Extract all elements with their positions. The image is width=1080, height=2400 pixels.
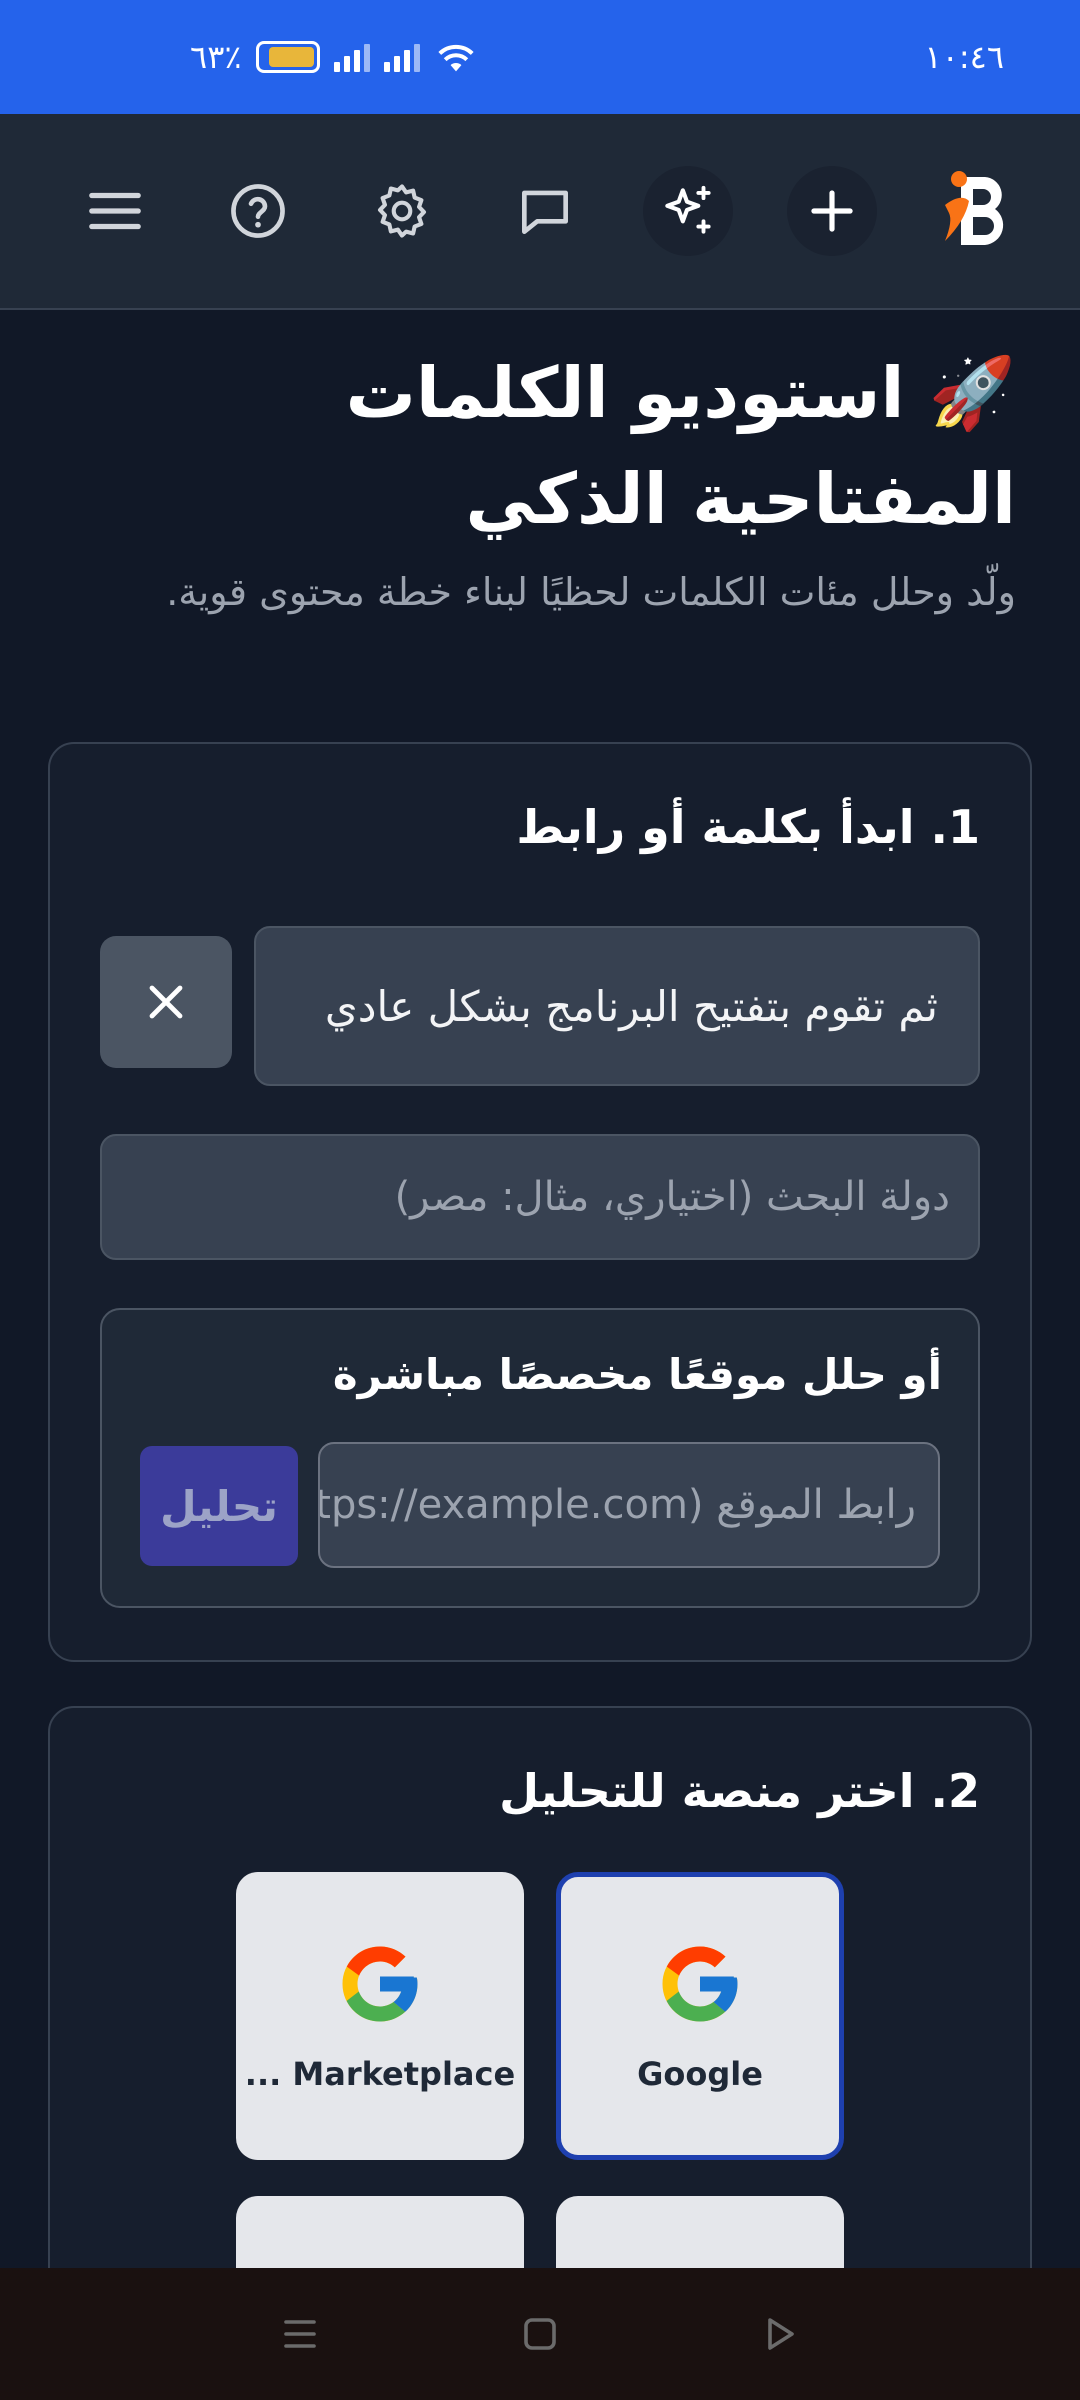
platform-label: Google — [637, 2055, 763, 2093]
help-icon — [231, 184, 286, 238]
google-icon — [342, 1946, 418, 2022]
analyze-button[interactable]: تحليل — [140, 1446, 298, 1566]
step1-title: 1. ابدأ بكلمة أو رابط — [516, 800, 980, 854]
country-input[interactable]: دولة البحث (اختياري، مثال: مصر) — [100, 1134, 980, 1260]
platform-google[interactable]: Google — [556, 1872, 844, 2160]
chat-icon — [521, 190, 568, 234]
logo-icon — [944, 171, 1004, 245]
back-icon[interactable] — [756, 2310, 804, 2358]
platform-marketplace[interactable]: ... Marketplace — [236, 1872, 524, 2160]
keyword-input[interactable]: ثم تقوم بتفتيح البرنامج بشكل عادي — [254, 926, 980, 1086]
page-title: 🚀 استوديو الكلمات المفتاحية الذكي — [345, 352, 1016, 540]
platform-grid: Google ... Marketplace — [50, 1708, 1034, 2400]
wifi-icon — [437, 44, 474, 72]
platform-label: ... Marketplace — [244, 2055, 516, 2093]
site-analysis-title: أو حلل موقعًا مخصصًا مباشرة — [332, 1350, 942, 1399]
step2-card: 2. اختر منصة للتحليل Google ... Marketpl… — [48, 1706, 1034, 2400]
site-analysis-panel: أو حلل موقعًا مخصصًا مباشرة رابط الموقع … — [100, 1308, 980, 1608]
menu-icon — [89, 192, 141, 230]
status-bar: ٦٣٪ ١٠:٤٦ — [0, 0, 1080, 114]
settings-button[interactable] — [357, 166, 447, 256]
home-icon[interactable] — [516, 2310, 564, 2358]
battery-percent: ٦٣٪ — [190, 38, 242, 76]
status-indicators: ٦٣٪ — [190, 38, 478, 76]
clock: ١٠:٤٦ — [924, 38, 1004, 76]
signal-icon — [333, 42, 370, 72]
menu-button[interactable] — [70, 166, 160, 256]
sparkle-icon — [665, 185, 711, 234]
system-nav-bar — [0, 2268, 1080, 2400]
settings-icon — [377, 184, 426, 238]
google-icon — [662, 1946, 738, 2022]
signal-icon-2 — [383, 42, 420, 72]
app-header — [0, 114, 1080, 310]
plus-icon — [810, 190, 853, 232]
chat-button[interactable] — [500, 166, 590, 256]
clear-button[interactable] — [100, 936, 232, 1068]
add-button[interactable] — [786, 166, 877, 256]
page-subtitle: ولّد وحلل مئات الكلمات لحظيًا لبناء خطة … — [166, 570, 1016, 614]
battery-icon — [255, 41, 320, 73]
app-logo[interactable] — [930, 156, 1020, 266]
ai-button[interactable] — [643, 166, 734, 256]
recents-icon[interactable] — [276, 2310, 324, 2358]
url-input[interactable]: رابط الموقع (https://example.com) — [318, 1442, 940, 1568]
main-content: 🚀 استوديو الكلمات المفتاحية الذكي ولّد و… — [48, 340, 1032, 2400]
close-icon — [149, 985, 183, 1019]
step1-card: 1. ابدأ بكلمة أو رابط ثم تقوم بتفتيح الب… — [48, 742, 1032, 1662]
help-button[interactable] — [213, 166, 303, 256]
